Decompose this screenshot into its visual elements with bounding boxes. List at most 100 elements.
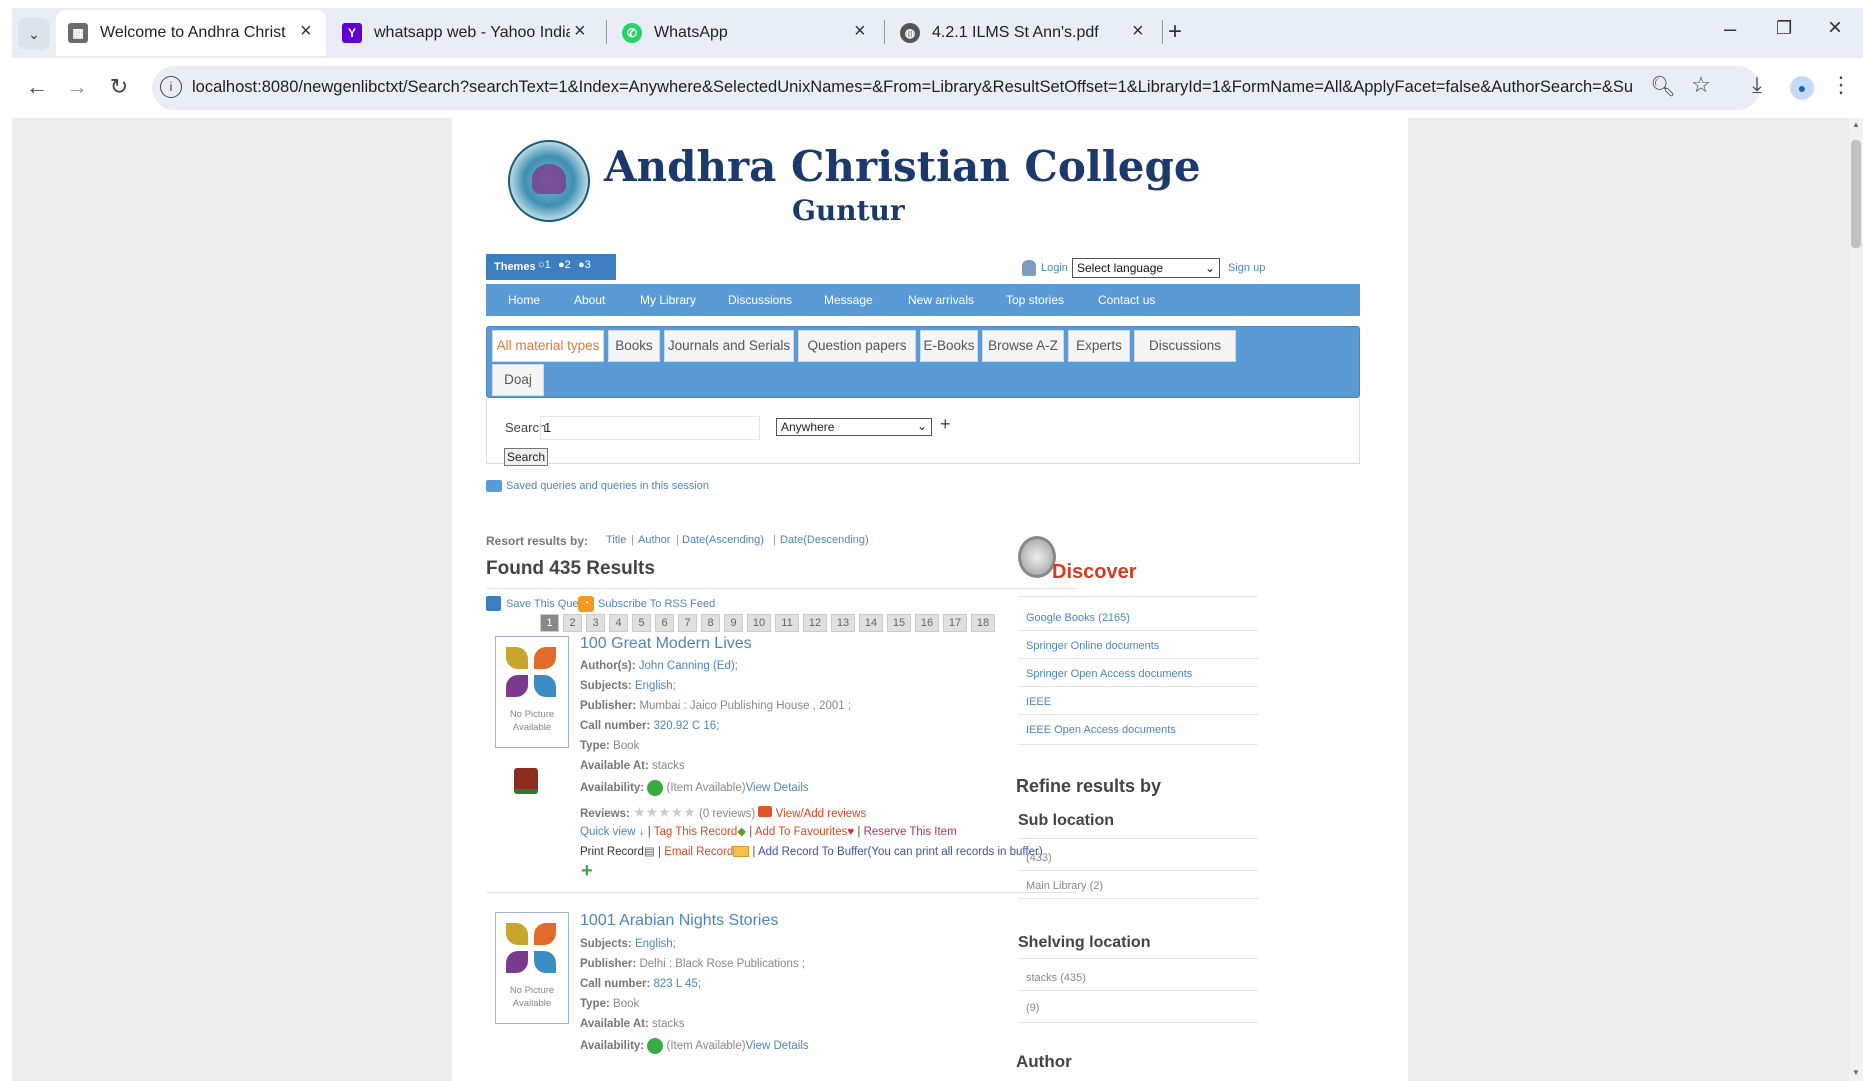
discover-ieee-open[interactable]: IEEE Open Access documents [1026, 724, 1176, 736]
search-button[interactable]: Search [504, 448, 548, 466]
site-info-icon[interactable]: i [160, 76, 182, 98]
page-2[interactable]: 2 [563, 614, 582, 632]
login-link[interactable]: Login [1041, 262, 1068, 274]
tab-ebooks[interactable]: E-Books [920, 330, 978, 362]
nav-home[interactable]: Home [508, 293, 540, 307]
page-7[interactable]: 7 [678, 614, 697, 632]
tab-andhra-college[interactable]: ▦ Welcome to Andhra Christian C × [56, 10, 326, 56]
theme-option-2[interactable]: ●2 [558, 259, 571, 271]
scroll-up-arrow-icon[interactable]: ▲ [1852, 120, 1860, 129]
scroll-down-arrow-icon[interactable]: ▼ [1852, 1068, 1860, 1077]
book-thumbnail[interactable]: No Picture Available [495, 636, 569, 748]
tab-yahoo-search[interactable]: Y whatsapp web - Yahoo India Se × [330, 10, 600, 56]
add-search-row-button[interactable]: + [940, 414, 951, 435]
page-14[interactable]: 14 [859, 614, 883, 632]
page-16[interactable]: 16 [915, 614, 939, 632]
quick-view-link[interactable]: Quick view ↓ [580, 826, 645, 838]
search-input[interactable]: 1 [540, 416, 760, 440]
tab-browse-az[interactable]: Browse A-Z [982, 330, 1064, 362]
close-window-button[interactable]: × [1828, 14, 1842, 42]
page-9[interactable]: 9 [724, 614, 743, 632]
profile-avatar-icon[interactable]: ● [1790, 76, 1814, 100]
resort-title[interactable]: Title [606, 534, 626, 546]
nav-contact-us[interactable]: Contact us [1098, 293, 1155, 307]
tab-doaj[interactable]: Doaj [492, 364, 544, 396]
forward-arrow-icon[interactable]: → [62, 74, 92, 100]
page-11[interactable]: 11 [775, 614, 799, 632]
page-3[interactable]: 3 [586, 614, 605, 632]
bookmark-star-icon[interactable]: ☆ [1686, 72, 1716, 98]
discover-springer-online[interactable]: Springer Online documents [1026, 640, 1159, 652]
nav-message[interactable]: Message [824, 293, 873, 307]
tag-record-link[interactable]: Tag This Record [654, 826, 738, 838]
resort-date-desc[interactable]: Date(Descending) [780, 534, 869, 546]
tab-question-papers[interactable]: Question papers [798, 330, 916, 362]
page-8[interactable]: 8 [701, 614, 720, 632]
nav-about[interactable]: About [574, 293, 605, 307]
facet-item[interactable]: Main Library (2) [1026, 880, 1103, 892]
discover-google-books[interactable]: Google Books (2165) [1026, 612, 1130, 624]
tab-pdf[interactable]: ◍ 4.2.1 ILMS St Ann's.pdf × [888, 10, 1158, 56]
discover-springer-open[interactable]: Springer Open Access documents [1026, 668, 1192, 680]
resort-date-asc[interactable]: Date(Ascending) [682, 534, 764, 546]
nav-my-library[interactable]: My Library [640, 293, 696, 307]
print-record-link[interactable]: Print Record [580, 846, 644, 858]
expand-plus-icon[interactable]: + [581, 860, 593, 883]
facet-item[interactable]: stacks (435) [1026, 972, 1086, 984]
restore-button[interactable]: ❐ [1776, 18, 1792, 39]
language-select[interactable]: Select language ⌄ [1072, 258, 1220, 278]
book-thumbnail[interactable]: No Picture Available [495, 912, 569, 1024]
save-query-link[interactable]: Save This Query [506, 598, 588, 610]
nav-top-stories[interactable]: Top stories [1006, 293, 1064, 307]
scrollbar-thumb[interactable] [1851, 140, 1861, 248]
tab-all-material-types[interactable]: All material types [492, 330, 604, 362]
facet-item[interactable]: (9) [1026, 1002, 1039, 1014]
page-13[interactable]: 13 [831, 614, 855, 632]
search-index-select[interactable]: Anywhere ⌄ [776, 418, 932, 436]
add-favourites-link[interactable]: Add To Favourites [755, 826, 847, 838]
download-icon[interactable]: ⤓ [1742, 72, 1772, 98]
page-12[interactable]: 12 [803, 614, 827, 632]
page-15[interactable]: 15 [887, 614, 911, 632]
email-record-link[interactable]: Email Record [664, 846, 733, 858]
close-tab-icon[interactable]: × [854, 20, 866, 43]
saved-queries-link[interactable]: Saved queries and queries in this sessio… [506, 480, 709, 492]
resort-author[interactable]: Author [638, 534, 670, 546]
close-tab-icon[interactable]: × [1132, 20, 1144, 43]
new-tab-button[interactable]: + [1168, 18, 1182, 46]
page-4[interactable]: 4 [609, 614, 628, 632]
reserve-item-link[interactable]: Reserve This Item [864, 826, 957, 838]
url-text[interactable]: localhost:8080/newgenlibctxt/Search?sear… [192, 78, 1632, 97]
page-1[interactable]: 1 [540, 614, 559, 632]
rating-stars-icon[interactable]: ★★★★★ [633, 804, 696, 820]
page-18[interactable]: 18 [971, 614, 995, 632]
page-5[interactable]: 5 [632, 614, 651, 632]
page-10[interactable]: 10 [747, 614, 771, 632]
back-arrow-icon[interactable]: ← [22, 74, 52, 100]
minimize-button[interactable]: – [1724, 16, 1736, 42]
discover-ieee[interactable]: IEEE [1026, 696, 1051, 708]
nav-new-arrivals[interactable]: New arrivals [908, 293, 974, 307]
close-tab-icon[interactable]: × [300, 20, 312, 43]
page-6[interactable]: 6 [655, 614, 674, 632]
close-tab-icon[interactable]: × [574, 20, 586, 43]
nav-discussions[interactable]: Discussions [728, 293, 792, 307]
tab-discussions[interactable]: Discussions [1134, 330, 1236, 362]
reload-icon[interactable]: ↻ [104, 74, 134, 100]
result-title[interactable]: 1001 Arabian Nights Stories [580, 912, 778, 930]
zoom-icon[interactable]: 🔍︎ [1648, 74, 1678, 99]
add-to-buffer-link[interactable]: Add Record To Buffer(You can print all r… [758, 846, 1043, 858]
tab-books[interactable]: Books [608, 330, 660, 362]
result-title[interactable]: 100 Great Modern Lives [580, 635, 752, 653]
menu-kebab-icon[interactable]: ⋮ [1826, 72, 1856, 98]
subscribe-rss-link[interactable]: Subscribe To RSS Feed [598, 598, 715, 610]
page-17[interactable]: 17 [943, 614, 967, 632]
scrollbar[interactable] [1849, 118, 1863, 1081]
signup-link[interactable]: Sign up [1228, 262, 1265, 274]
theme-option-3[interactable]: ●3 [578, 259, 591, 271]
tab-experts[interactable]: Experts [1068, 330, 1130, 362]
facet-item[interactable]: (433) [1026, 852, 1052, 864]
tab-whatsapp[interactable]: ✆ WhatsApp × [610, 10, 880, 56]
theme-option-1[interactable]: ○1 [538, 259, 551, 271]
tab-search-button[interactable]: ⌄ [18, 18, 50, 50]
